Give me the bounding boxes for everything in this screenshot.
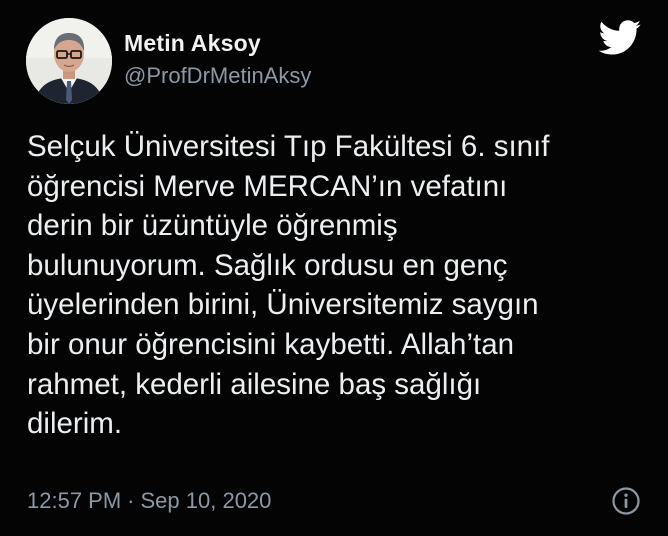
meta-separator: · (127, 488, 135, 513)
tweet-line: derin bir üzüntüyle öğrenmiş (27, 209, 398, 243)
tweet-line: bir onur öğrencisini kaybetti. Allah’tan (27, 327, 515, 361)
author-display-name[interactable]: Metin Aksoy (124, 30, 261, 57)
info-icon[interactable] (611, 486, 641, 516)
tweet-line: rahmet, kederli ailesine baş sağlığı (27, 367, 482, 401)
tweet-card: Metin Aksoy @ProfDrMetinAksy Selçuk Üniv… (0, 0, 668, 536)
twitter-bird-icon (598, 20, 641, 55)
tweet-line: öğrencisi Merve MERCAN’ın vefatını (27, 169, 508, 203)
tweet-date[interactable]: Sep 10, 2020 (141, 488, 272, 513)
tweet-line: bulunuyorum. Sağlık ordusu en genç (27, 248, 508, 282)
author-handle[interactable]: @ProfDrMetinAksy (124, 63, 311, 89)
tweet-time[interactable]: 12:57 PM (27, 488, 121, 513)
profile-photo (26, 18, 112, 104)
tweet-meta: 12:57 PM · Sep 10, 2020 (27, 488, 271, 514)
tweet-line: Selçuk Üniversitesi Tıp Fakültesi 6. sın… (27, 130, 550, 163)
tweet-text: Selçuk Üniversitesi Tıp Fakültesi 6. sın… (27, 127, 637, 444)
avatar[interactable] (26, 18, 112, 104)
tweet-line: üyelerinden birini, Üniversitemiz saygın (27, 288, 539, 322)
tweet-line: dilerim. (27, 407, 123, 441)
